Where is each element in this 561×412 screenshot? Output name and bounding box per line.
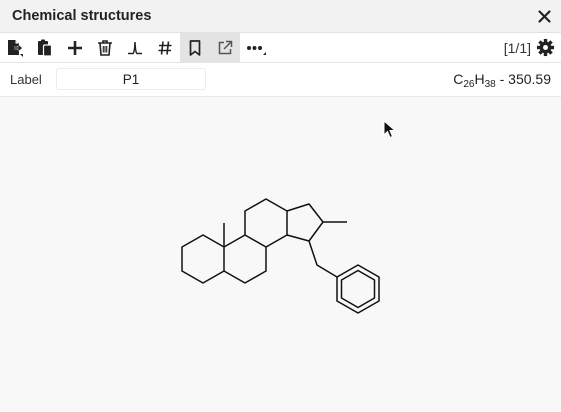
paste-button[interactable] (30, 33, 60, 62)
mouse-cursor-icon (383, 120, 397, 139)
panel-title: Chemical structures (12, 8, 152, 24)
title-bar: Chemical structures (0, 0, 561, 33)
label-row: Label C26H38 - 350.59 (0, 63, 561, 97)
bookmark-icon (189, 39, 201, 56)
close-icon[interactable] (536, 8, 553, 25)
add-icon (68, 40, 82, 55)
delete-button[interactable] (90, 33, 120, 62)
spectrum-button[interactable] (120, 33, 150, 62)
open-external-button[interactable] (210, 33, 240, 62)
gear-icon[interactable] (536, 38, 555, 57)
paste-icon (38, 39, 53, 57)
peak-spectrum-icon (128, 41, 142, 54)
bookmark-button[interactable] (180, 33, 210, 62)
structure-canvas[interactable] (0, 97, 561, 412)
molecular-formula: C26H38 - 350.59 (453, 71, 551, 90)
export-button[interactable] (0, 33, 30, 62)
numbering-button[interactable] (150, 33, 180, 62)
export-icon (8, 39, 23, 57)
more-icon (247, 45, 266, 55)
chemical-structure-drawing (181, 198, 380, 314)
hash-icon (158, 40, 172, 55)
label-input[interactable] (56, 68, 206, 90)
open-external-icon (218, 40, 233, 54)
structure-counter: [1/1] (503, 40, 531, 56)
trash-icon (98, 39, 112, 56)
toolbar: [1/1] (0, 33, 561, 63)
more-button[interactable] (240, 33, 270, 62)
add-button[interactable] (60, 33, 90, 62)
label-caption: Label (10, 72, 42, 87)
